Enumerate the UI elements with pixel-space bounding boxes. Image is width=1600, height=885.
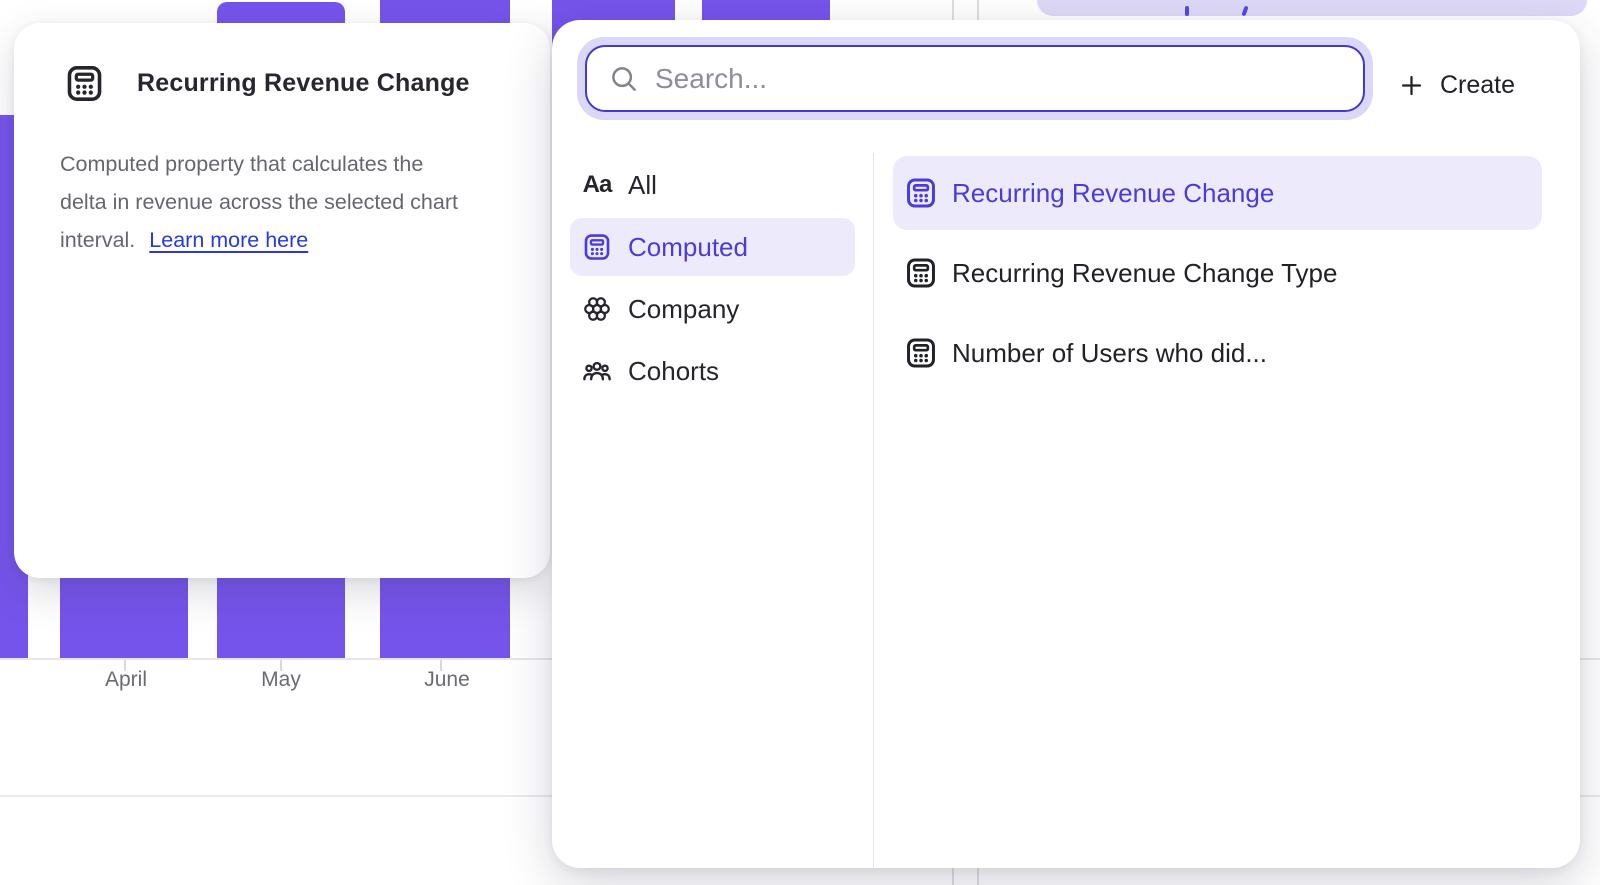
category-item-cohorts[interactable]: Cohorts bbox=[570, 342, 855, 400]
app-stage: April May June Recurring Revenue Change … bbox=[0, 0, 1600, 885]
learn-more-link[interactable]: Learn more here bbox=[149, 228, 308, 252]
description-line: delta in revenue across the selected cha… bbox=[60, 183, 530, 221]
description-line: interval. Learn more here bbox=[60, 221, 530, 259]
category-item-company[interactable]: Company bbox=[570, 280, 855, 338]
tooltip-description: Computed property that calculates the de… bbox=[60, 145, 530, 259]
description-line-end: interval. bbox=[60, 228, 135, 252]
category-item-all[interactable]: Aa All bbox=[570, 156, 855, 214]
property-picker-modal: Create Aa All Computed Company bbox=[552, 20, 1580, 868]
result-item-recurring-revenue-change-type[interactable]: Recurring Revenue Change Type bbox=[893, 236, 1542, 310]
text-format-icon: Aa bbox=[582, 171, 612, 199]
company-cluster-icon bbox=[582, 294, 612, 324]
search-field-focus-ring bbox=[577, 37, 1373, 120]
category-label: Cohorts bbox=[628, 356, 719, 387]
tooltip-header: Recurring Revenue Change bbox=[64, 63, 470, 104]
calculator-icon bbox=[904, 176, 938, 210]
x-axis-label-april: April bbox=[105, 668, 147, 692]
category-item-computed[interactable]: Computed bbox=[570, 218, 855, 276]
result-item-recurring-revenue-change[interactable]: Recurring Revenue Change bbox=[893, 156, 1542, 230]
clipped-purple-text-fragment bbox=[1241, 6, 1248, 17]
property-results-list: Recurring Revenue Change Recurring Reven… bbox=[893, 156, 1542, 390]
create-button[interactable]: Create bbox=[1398, 66, 1515, 104]
search-field[interactable] bbox=[585, 45, 1365, 112]
calculator-icon bbox=[904, 336, 938, 370]
create-button-label: Create bbox=[1440, 71, 1515, 100]
result-label: Number of Users who did... bbox=[952, 338, 1267, 369]
cohorts-people-icon bbox=[582, 356, 612, 386]
category-label: Company bbox=[628, 294, 739, 325]
result-item-number-of-users-who-did[interactable]: Number of Users who did... bbox=[893, 316, 1542, 390]
calculator-icon bbox=[64, 63, 105, 104]
property-tooltip-card: Recurring Revenue Change Computed proper… bbox=[14, 23, 550, 578]
tooltip-title: Recurring Revenue Change bbox=[137, 69, 470, 98]
category-label: All bbox=[628, 170, 657, 201]
category-filter-list: Aa All Computed Company Cohorts bbox=[570, 156, 855, 400]
search-input[interactable] bbox=[655, 47, 1363, 110]
modal-column-divider bbox=[873, 153, 874, 868]
calculator-icon bbox=[904, 256, 938, 290]
clipped-purple-text-fragment bbox=[1185, 6, 1189, 16]
clipped-highlight-pill bbox=[1037, 0, 1587, 16]
x-axis-label-june: June bbox=[424, 668, 470, 692]
plus-icon bbox=[1398, 72, 1425, 99]
x-axis-label-may: May bbox=[261, 668, 301, 692]
description-line: Computed property that calculates the bbox=[60, 145, 530, 183]
result-label: Recurring Revenue Change Type bbox=[952, 258, 1337, 289]
category-label: Computed bbox=[628, 232, 748, 263]
calculator-icon bbox=[582, 232, 612, 262]
result-label: Recurring Revenue Change bbox=[952, 178, 1274, 209]
search-icon bbox=[609, 64, 639, 94]
